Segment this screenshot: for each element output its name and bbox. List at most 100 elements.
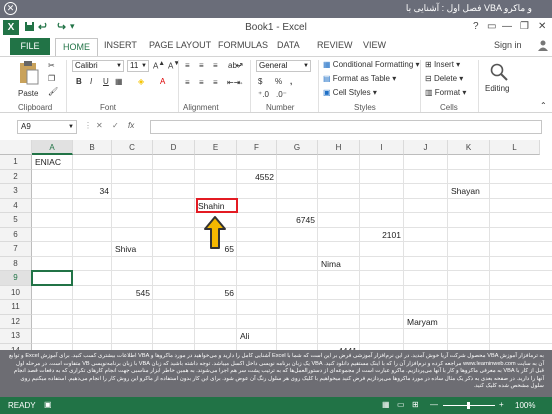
conditional-formatting-button[interactable]: ▦ Conditional Formatting ▾: [323, 60, 420, 69]
row-header-4[interactable]: 4: [0, 198, 32, 213]
cell-e10[interactable]: 56: [195, 288, 234, 298]
merge-center-icon[interactable]: ⇔: [236, 78, 244, 87]
formula-input[interactable]: [150, 120, 542, 134]
window-close-icon[interactable]: ✕: [538, 21, 546, 32]
row-header-1[interactable]: 1: [0, 155, 32, 170]
top-align-icon[interactable]: ≡: [185, 61, 190, 70]
fill-color-icon[interactable]: ◈: [138, 77, 144, 86]
cell-styles-button[interactable]: ▣ Cell Styles ▾: [323, 88, 377, 97]
collapse-ribbon-icon[interactable]: ⌃: [540, 101, 547, 110]
column-header-j[interactable]: J: [404, 140, 448, 155]
font-size-select[interactable]: 11 ▼: [127, 60, 149, 72]
column-header-a[interactable]: A: [32, 140, 73, 155]
minimize-icon[interactable]: —: [502, 21, 512, 32]
cell-j12[interactable]: Maryam: [407, 317, 438, 327]
format-button[interactable]: ▥ Format ▾: [425, 88, 466, 97]
enter-edit-icon[interactable]: ✓: [112, 121, 119, 130]
cell-c10[interactable]: 545: [112, 288, 150, 298]
row-header-7[interactable]: 7: [0, 242, 32, 257]
normal-view-icon[interactable]: ▦: [382, 400, 390, 409]
font-color-icon[interactable]: A: [160, 77, 165, 86]
editing-icon[interactable]: [489, 62, 511, 84]
tab-review[interactable]: REVIEW: [317, 40, 353, 50]
wrap-text-icon[interactable]: ↵: [236, 61, 243, 70]
user-icon[interactable]: [538, 40, 548, 53]
bottom-align-icon[interactable]: ≡: [213, 61, 218, 70]
cell-g5[interactable]: 6745: [277, 215, 315, 225]
row-header-11[interactable]: 11: [0, 300, 32, 315]
column-header-c[interactable]: C: [112, 140, 153, 155]
column-header-i[interactable]: I: [360, 140, 404, 155]
font-name-select[interactable]: Calibri ▼: [72, 60, 124, 72]
column-header-d[interactable]: D: [153, 140, 195, 155]
cell-f2[interactable]: 4552: [237, 172, 274, 182]
row-header-6[interactable]: 6: [0, 227, 32, 242]
insert-button[interactable]: ⊞ Insert ▾: [425, 60, 460, 69]
name-box[interactable]: A9 ▼: [17, 120, 77, 134]
increase-font-icon[interactable]: A▲: [153, 60, 165, 71]
column-header-e[interactable]: E: [195, 140, 237, 155]
row-header-9[interactable]: 9: [0, 271, 32, 286]
macro-record-icon[interactable]: ▣: [44, 400, 52, 409]
row-header-8[interactable]: 8: [0, 256, 32, 271]
copy-icon[interactable]: ❐: [48, 74, 55, 83]
tab-formulas[interactable]: FORMULAS: [218, 40, 268, 50]
delete-button[interactable]: ⊟ Delete ▾: [425, 74, 463, 83]
restore-icon[interactable]: ❐: [520, 21, 529, 32]
tab-page-layout[interactable]: PAGE LAYOUT: [149, 40, 211, 50]
decrease-decimal-icon[interactable]: .0⁻: [276, 90, 287, 99]
percent-icon[interactable]: %: [275, 77, 282, 86]
row-header-2[interactable]: 2: [0, 169, 32, 184]
select-all-corner[interactable]: [0, 140, 32, 155]
column-header-k[interactable]: K: [448, 140, 490, 155]
column-header-l[interactable]: L: [490, 140, 540, 155]
insert-function-icon[interactable]: fx: [128, 121, 134, 130]
center-icon[interactable]: ≡: [199, 78, 204, 87]
tab-insert[interactable]: INSERT: [104, 40, 137, 50]
zoom-out-button[interactable]: —: [430, 400, 438, 409]
cancel-edit-icon[interactable]: ✕: [96, 121, 103, 130]
cell-f13[interactable]: Ali: [240, 331, 249, 341]
worksheet-grid[interactable]: ABCDEFGHIJKL1234567891011121314ENIAC4552…: [0, 140, 552, 358]
tab-file[interactable]: FILE: [10, 38, 50, 55]
sign-in-link[interactable]: Sign in: [494, 40, 522, 50]
help-icon[interactable]: ?: [473, 21, 479, 32]
tab-view[interactable]: VIEW: [363, 40, 386, 50]
page-break-view-icon[interactable]: ⊞: [412, 400, 419, 409]
cell-h8[interactable]: Nima: [321, 259, 341, 269]
borders-icon[interactable]: ▦: [115, 77, 123, 86]
row-header-13[interactable]: 13: [0, 329, 32, 344]
zoom-in-button[interactable]: +: [499, 400, 504, 409]
align-right-icon[interactable]: ≡: [213, 78, 218, 87]
column-header-b[interactable]: B: [73, 140, 112, 155]
middle-align-icon[interactable]: ≡: [199, 61, 204, 70]
column-header-h[interactable]: H: [318, 140, 360, 155]
column-header-f[interactable]: F: [237, 140, 277, 155]
cell-c7[interactable]: Shiva: [115, 244, 136, 254]
editing-button[interactable]: Editing: [485, 84, 509, 93]
underline-button[interactable]: U: [103, 77, 109, 86]
increase-decimal-icon[interactable]: ⁺.0: [258, 90, 269, 99]
close-icon[interactable]: ✕: [4, 2, 17, 15]
paste-label[interactable]: Paste: [18, 89, 38, 98]
number-format-select[interactable]: General ▼: [256, 60, 311, 72]
align-left-icon[interactable]: ≡: [185, 78, 190, 87]
row-header-10[interactable]: 10: [0, 285, 32, 300]
italic-button[interactable]: I: [90, 77, 92, 86]
paste-button[interactable]: [18, 60, 40, 88]
row-header-12[interactable]: 12: [0, 314, 32, 329]
cell-k3[interactable]: Shayan: [451, 186, 480, 196]
row-header-5[interactable]: 5: [0, 213, 32, 228]
row-header-3[interactable]: 3: [0, 184, 32, 199]
page-layout-view-icon[interactable]: ▭: [397, 400, 405, 409]
cell-i6[interactable]: 2101: [360, 230, 401, 240]
tab-data[interactable]: DATA: [277, 40, 300, 50]
currency-icon[interactable]: $: [258, 77, 262, 86]
cut-icon[interactable]: ✂: [48, 61, 55, 70]
cell-b3[interactable]: 34: [73, 186, 109, 196]
comma-style-icon[interactable]: ,: [290, 77, 292, 86]
format-painter-icon[interactable]: 🖌: [48, 87, 58, 96]
ribbon-display-icon[interactable]: ▭: [487, 21, 496, 32]
tab-home[interactable]: HOME: [55, 38, 98, 56]
format-as-table-button[interactable]: ▤ Format as Table ▾: [323, 74, 396, 83]
